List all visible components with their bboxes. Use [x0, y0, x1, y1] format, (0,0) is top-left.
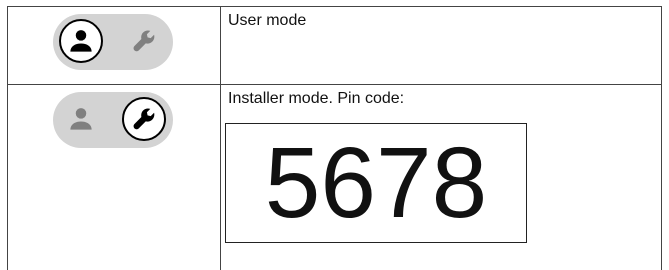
mode-toggle-installer-selected — [53, 92, 173, 148]
pin-code-display: 5678 — [225, 123, 527, 243]
table-row-installer-mode: Installer mode. Pin code: 5678 — [7, 84, 662, 270]
user-icon — [70, 108, 92, 130]
description-cell: User mode — [220, 6, 662, 85]
user-icon — [70, 30, 92, 52]
wrench-icon-unselected — [122, 19, 166, 63]
wrench-icon — [133, 108, 155, 130]
wrench-icon — [133, 30, 155, 52]
installer-mode-label: Installer mode. Pin code: — [228, 90, 405, 107]
user-mode-label: User mode — [228, 12, 307, 29]
wrench-icon-selected — [122, 97, 166, 141]
table-row-user-mode: User mode — [7, 6, 662, 85]
description-cell: Installer mode. Pin code: 5678 — [220, 84, 662, 270]
user-icon-selected — [59, 19, 103, 63]
mode-toggle-user-selected — [53, 14, 173, 70]
user-icon-unselected — [59, 97, 103, 141]
mode-table: User mode Installer mode. Pin code: 5678 — [7, 6, 662, 270]
icon-cell — [7, 84, 221, 270]
icon-cell — [7, 6, 221, 85]
